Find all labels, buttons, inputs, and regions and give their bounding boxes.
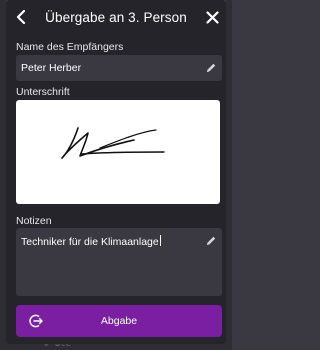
notes-value: Techniker für die Klimaanlage xyxy=(21,236,159,248)
signature-drawing xyxy=(61,127,165,159)
signature-pad[interactable] xyxy=(16,100,220,204)
dialog-title: Übergabe an 3. Person xyxy=(45,9,187,25)
notes-field[interactable]: Techniker für die Klimaanlage xyxy=(16,228,222,296)
submit-label: Abgabe xyxy=(100,315,138,327)
text-caret xyxy=(159,235,161,246)
pencil-icon[interactable] xyxy=(205,62,217,74)
close-button[interactable] xyxy=(202,7,222,27)
recipient-name-field[interactable]: Peter Herber xyxy=(16,55,222,81)
notes-value-line: Techniker für die Klimaanlage xyxy=(21,235,161,248)
handover-dialog: Übergabe an 3. Person Name des Empfänger… xyxy=(6,0,226,344)
dialog-header: Übergabe an 3. Person xyxy=(6,0,226,34)
recipient-label: Name des Empfängers xyxy=(16,41,124,53)
chevron-left-icon xyxy=(16,10,26,24)
close-icon xyxy=(205,10,219,24)
pencil-icon[interactable] xyxy=(205,235,217,247)
submit-button[interactable]: Abgabe xyxy=(16,305,222,337)
back-button[interactable] xyxy=(11,7,31,27)
logout-icon xyxy=(29,314,43,328)
notes-label: Notizen xyxy=(16,215,52,227)
recipient-name-value: Peter Herber xyxy=(21,62,82,74)
background-strip-right xyxy=(226,0,232,350)
signature-label: Unterschrift xyxy=(16,86,70,98)
